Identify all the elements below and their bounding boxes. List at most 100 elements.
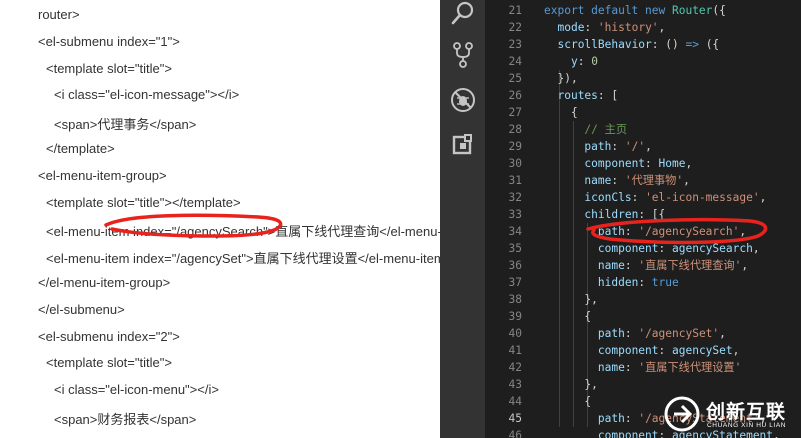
code-editor[interactable]: 21 export default new Router({22 mode: 'h… [485,0,801,438]
code-token: : [658,344,672,357]
code-text: scrollBehavior: () => ({ [544,36,719,53]
left-code-line: <el-submenu index="2"> [38,328,180,344]
code-text: mode: 'history', [544,19,665,36]
editor-line: 30 component: Home, [485,155,801,172]
source-control-icon[interactable] [448,40,478,70]
code-text: y: 0 [544,53,598,70]
code-text: { [544,308,591,325]
editor-line: 28 // 主页 [485,121,801,138]
code-text: }, [544,376,598,393]
code-token: name [597,259,625,272]
code-text: path: '/', [544,138,651,155]
code-token: : [611,174,625,187]
editor-line: 26 routes: [ [485,87,801,104]
code-token: }), [544,72,578,85]
editor-line: 41 component: agencySet, [485,342,801,359]
code-text: iconCls: 'el-icon-message', [544,189,766,206]
code-token: , [752,242,760,255]
code-token: , [759,191,767,204]
code-text: component: Home, [544,155,692,172]
code-token: : [624,361,639,374]
code-token: ({ [712,4,726,17]
editor-line: 33 children: [{ [485,206,801,223]
code-token: name [597,361,625,374]
code-token: Router [671,4,713,17]
editor-line: 24 y: 0 [485,53,801,70]
line-number: 43 [508,378,522,391]
code-token: '/agencySet' [638,327,720,340]
code-text: }), [544,70,578,87]
editor-line: 34 path: '/agencySearch', [485,223,801,240]
code-text: component: agencySet, [544,342,739,359]
editor-line: 23 scrollBehavior: () => ({ [485,36,801,53]
debug-icon[interactable] [448,85,478,115]
editor-line: 40 path: '/agencySet', [485,325,801,342]
code-token: children [584,208,639,221]
code-token: { [544,310,592,323]
left-code-line: <span>财务报表</span> [54,412,197,427]
code-token: }, [544,293,598,306]
code-text: { [544,393,591,410]
code-token: ({ [698,38,720,51]
line-number: 23 [508,38,522,51]
code-token: : [645,157,659,170]
code-token: scrollBehavior [557,38,652,51]
editor-line: 38 }, [485,291,801,308]
code-text: { [544,104,578,121]
code-token: routes [557,89,598,102]
line-number: 42 [508,361,522,374]
code-token: '/agencySearch' [638,225,740,238]
code-text: routes: [ [544,87,618,104]
code-token: component [597,344,659,357]
extensions-icon[interactable] [448,130,478,160]
left-code-panel: router> <el-submenu index="1"> <template s… [0,0,440,438]
code-token: '代理事物' [624,174,684,187]
code-token: , [658,21,666,34]
code-token: , [741,259,749,272]
editor-line: 29 path: '/', [485,138,801,155]
code-token: agencySet [672,344,733,357]
code-token: component [584,157,646,170]
line-number: 29 [508,140,522,153]
left-code-line: <i class="el-icon-message"></i> [54,87,240,103]
code-text: export default new Router({ [544,2,726,19]
line-number: 39 [508,310,522,323]
editor-line: 22 mode: 'history', [485,19,801,36]
line-number: 35 [508,242,522,255]
left-code-line: <span>代理事务</span> [54,117,197,133]
code-token: : [624,327,639,340]
code-token: : [624,225,639,238]
left-code-line: <template slot="title"> [46,355,172,371]
line-number: 40 [508,327,522,340]
code-token: agencySearch [672,242,753,255]
code-token: hidden [597,276,639,289]
code-token: component [597,429,659,438]
left-code-line: <el-menu-item-group> [38,167,167,183]
code-token: }, [544,378,598,391]
code-token: , [685,157,693,170]
line-number: 31 [508,174,522,187]
search-icon[interactable] [448,0,478,30]
line-number: 25 [508,72,522,85]
code-token: component [597,242,659,255]
code-token: { [544,106,578,119]
code-token: : () [651,38,686,51]
editor-line: 31 name: '代理事物', [485,172,801,189]
editor-line: 25 }), [485,70,801,87]
code-token: : [658,242,672,255]
line-number: 21 [508,4,522,17]
line-number: 30 [508,157,522,170]
code-token: 'history' [597,21,659,34]
